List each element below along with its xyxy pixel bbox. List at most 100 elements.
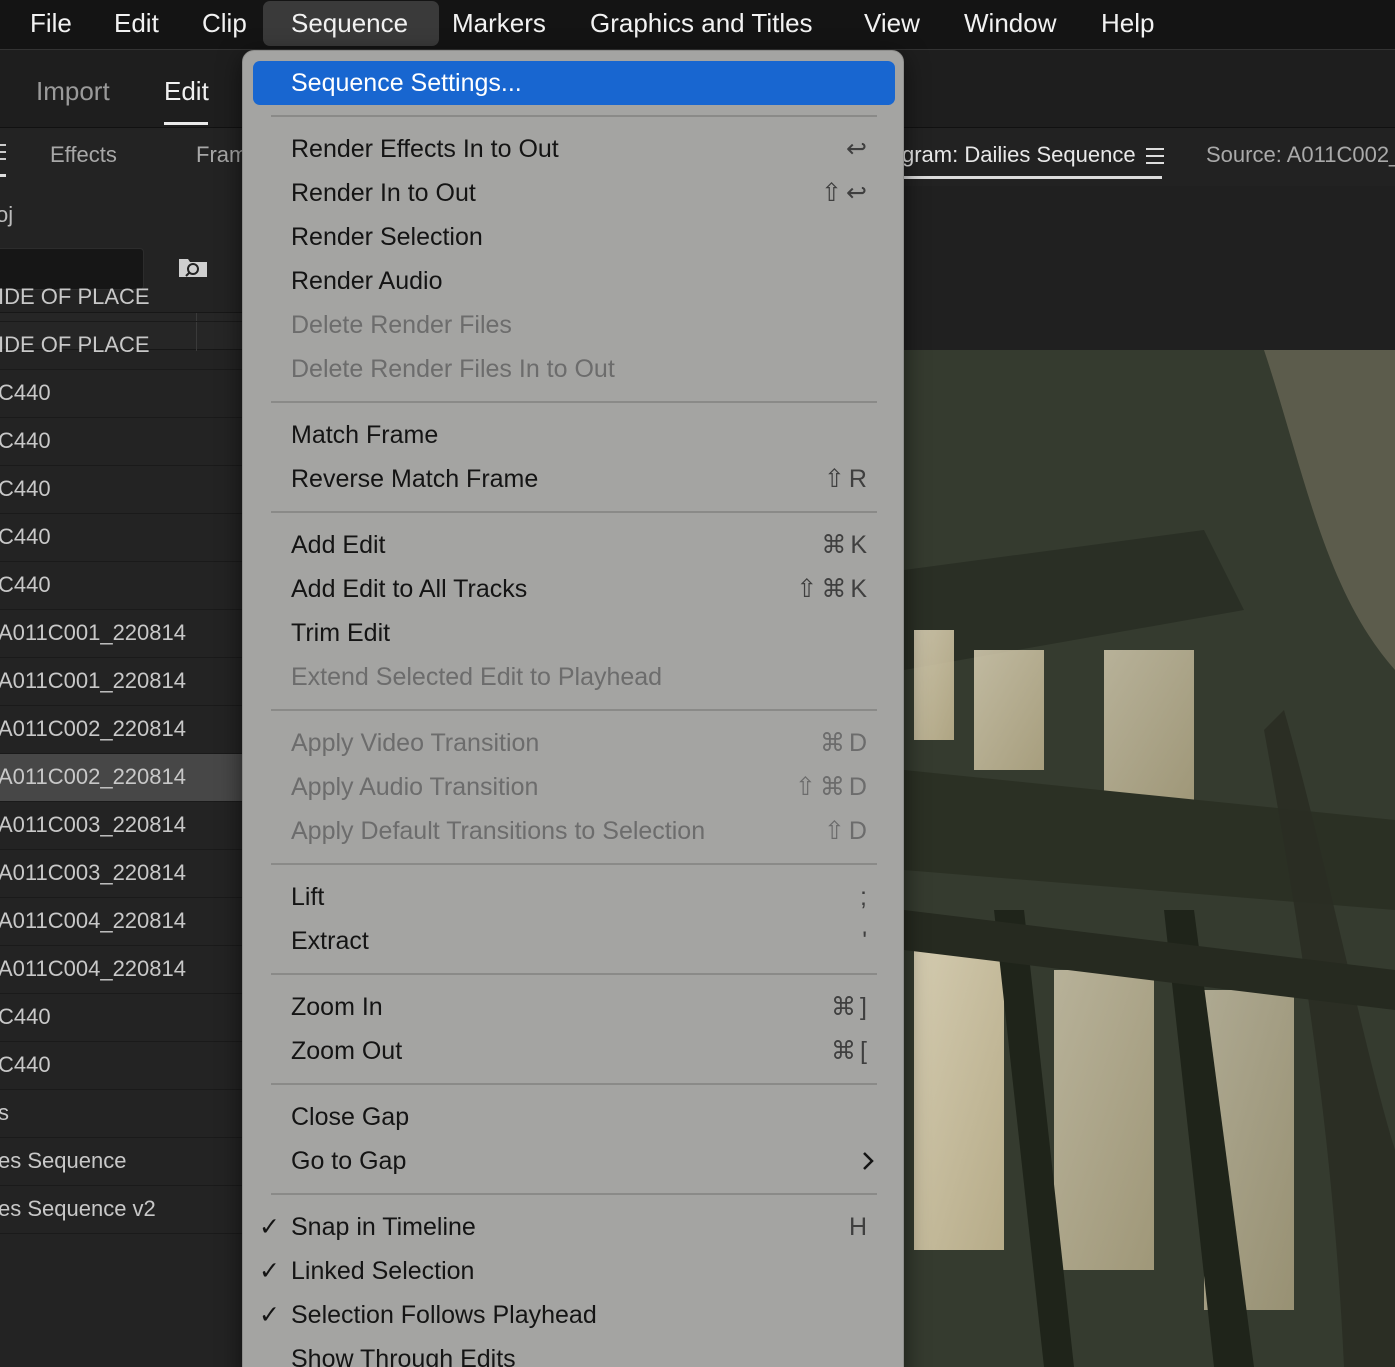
shortcut-label: ⌘K [821,531,871,559]
project-item-row[interactable]: C440 [0,466,242,514]
menu-item-go-to-gap[interactable]: Go to Gap [243,1139,905,1183]
menu-edit[interactable]: Edit [114,0,159,48]
menu-item-render-selection[interactable]: Render Selection [243,215,905,259]
project-item-row[interactable]: A011C001_220814 [0,610,242,658]
project-item-row[interactable]: C440 [0,562,242,610]
project-item-row[interactable]: A011C003_220814 [0,850,242,898]
menu-item-label: Snap in Timeline [291,1213,476,1241]
menu-clip[interactable]: Clip [202,0,247,48]
menu-item-label: Delete Render Files [291,311,512,339]
project-item-row[interactable]: C440 [0,418,242,466]
project-item-name: C440 [0,428,51,453]
shortcut-label: H [848,1213,871,1241]
hamburger-icon[interactable] [1146,148,1164,164]
menu-item-linked-selection[interactable]: ✓ Linked Selection [243,1249,905,1293]
shortcut-label: ⇧D [823,817,871,845]
menu-item-zoom-out[interactable]: Zoom Out ⌘[ [243,1029,905,1073]
menu-item-apply-default-transitions-to-selection: Apply Default Transitions to Selection ⇧D [243,809,905,853]
project-item-name: A011C003_220814 [0,860,186,885]
menu-separator [271,863,877,865]
menu-item-label: Apply Audio Transition [291,773,539,801]
menu-item-label: Render Audio [291,267,443,295]
tab-source-monitor[interactable]: Source: A011C002_ [1206,142,1395,168]
menu-item-reverse-match-frame[interactable]: Reverse Match Frame ⇧R [243,457,905,501]
shortcut-label: ⌘D [819,729,871,757]
shortcut-label: ⌘[ [831,1037,871,1065]
menu-item-label: Zoom Out [291,1037,403,1065]
project-item-row[interactable]: A011C004_220814 [0,898,242,946]
project-item-name: IDE OF PLACE [0,332,150,357]
project-item-row[interactable]: A011C002_220814 [0,754,242,802]
workspace-tab-edit[interactable]: Edit [164,76,209,107]
project-item-name: C440 [0,524,51,549]
menu-item-show-through-edits[interactable]: Show Through Edits [243,1337,905,1367]
menu-item-sequence-settings[interactable]: Sequence Settings... [253,61,895,105]
menu-separator [271,973,877,975]
project-item-row[interactable]: es Sequence [0,1138,242,1186]
chevron-right-icon [861,1139,875,1197]
project-item-row[interactable]: s [0,1090,242,1138]
menu-item-snap-in-timeline[interactable]: ✓ Snap in Timeline H [243,1205,905,1249]
tab-frame[interactable]: Fram [196,142,242,168]
menu-separator [271,1193,877,1195]
menu-separator [271,1083,877,1085]
menu-item-render-effects-in-to-out[interactable]: Render Effects In to Out ↩ [243,127,905,171]
project-item-row[interactable]: C440 [0,514,242,562]
panel-tab-indicator [0,174,6,177]
menu-graphics-and-titles[interactable]: Graphics and Titles [590,0,813,48]
menu-sequence[interactable]: Sequence [263,1,439,46]
menu-item-match-frame[interactable]: Match Frame [243,413,905,457]
menu-view[interactable]: View [864,0,920,48]
menu-item-zoom-in[interactable]: Zoom In ⌘] [243,985,905,1029]
menu-item-lift[interactable]: Lift; [243,875,905,919]
checkmark-icon: ✓ [259,1301,280,1329]
workspace-tab-import[interactable]: Import [36,76,110,107]
menu-help[interactable]: Help [1101,0,1154,48]
shortcut-label: ⇧R [823,465,871,493]
project-item-name: s [0,1090,9,1136]
shortcut-label: ↩ [846,135,871,163]
project-item-row[interactable]: C440 [0,994,242,1042]
menu-item-apply-audio-transition: Apply Audio Transition ⇧⌘D [243,765,905,809]
menu-separator [271,511,877,513]
project-item-row[interactable]: es Sequence v2 [0,1186,242,1234]
project-item-row[interactable]: A011C003_220814 [0,802,242,850]
menu-item-render-audio[interactable]: Render Audio [243,259,905,303]
project-item-name: C440 [0,380,51,405]
project-item-row[interactable]: A011C004_220814 [0,946,242,994]
menu-item-add-edit-to-all-tracks[interactable]: Add Edit to All Tracks ⇧⌘K [243,567,905,611]
menu-item-apply-video-transition: Apply Video Transition ⌘D [243,721,905,765]
project-item-row[interactable]: A011C002_220814 [0,706,242,754]
menu-item-render-in-to-out[interactable]: Render In to Out ⇧↩ [243,171,905,215]
project-item-name: A011C002_220814 [0,716,186,741]
tab-effects[interactable]: Effects [50,142,117,168]
project-item-name: A011C001_220814 [0,620,186,645]
project-item-row[interactable]: IDE OF PLACE [0,274,242,322]
menu-item-add-edit[interactable]: Add Edit ⌘K [243,523,905,567]
menu-item-label: Extend Selected Edit to Playhead [291,663,663,691]
panel-menu-icon[interactable] [0,144,6,162]
menu-item-label: Render In to Out [291,179,476,207]
project-item-name: A011C003_220814 [0,812,186,837]
menu-separator [271,401,877,403]
menu-item-close-gap[interactable]: Close Gap [243,1095,905,1139]
project-item-name: A011C004_220814 [0,908,186,933]
project-item-row[interactable]: A011C001_220814 [0,658,242,706]
menu-item-extract[interactable]: Extract ' [243,919,905,963]
project-item-row[interactable]: C440 [0,1042,242,1090]
menu-item-label: Show Through Edits [291,1345,516,1367]
shortcut-label: ⌘] [831,993,871,1021]
project-item-row[interactable]: C440 [0,370,242,418]
menu-item-selection-follows-playhead[interactable]: ✓ Selection Follows Playhead [243,1293,905,1337]
menu-item-label: Add Edit to All Tracks [291,575,528,603]
menu-markers[interactable]: Markers [452,0,546,48]
video-frame[interactable] [904,350,1395,1367]
project-item-row[interactable]: IDE OF PLACE [0,322,242,370]
menu-item-label: Add Edit [291,531,386,559]
menu-separator [271,709,877,711]
menu-window[interactable]: Window [964,0,1056,48]
active-tab-indicator [904,176,1162,179]
tab-program-monitor[interactable]: gram: Dailies Sequence [904,142,1136,168]
menu-item-trim-edit[interactable]: Trim Edit [243,611,905,655]
menu-file[interactable]: File [30,0,72,48]
